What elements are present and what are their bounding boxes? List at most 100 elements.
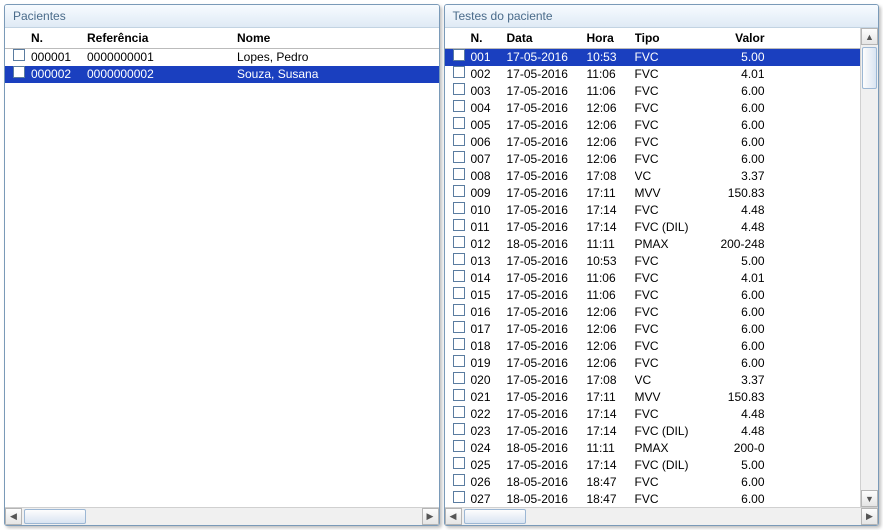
test-row[interactable]: 01617-05-201612:06FVC6.00 [445, 304, 861, 321]
patients-header-nome[interactable]: Nome [237, 31, 433, 45]
row-checkbox[interactable] [13, 66, 25, 78]
patient-row[interactable]: 0000020000000002Souza, Susana [5, 66, 439, 83]
test-valor: 3.37 [705, 372, 769, 389]
test-row[interactable]: 02718-05-201618:47FVC6.00 [445, 491, 861, 507]
patients-header-ref[interactable]: Referência [87, 31, 237, 45]
tests-hscroll-track[interactable] [462, 508, 862, 525]
test-row[interactable]: 02017-05-201617:08VC3.37 [445, 372, 861, 389]
row-checkbox[interactable] [453, 389, 465, 401]
row-checkbox[interactable] [453, 491, 465, 503]
test-data: 17-05-2016 [507, 321, 587, 338]
test-hora: 17:08 [587, 168, 635, 185]
test-row[interactable]: 01317-05-201610:53FVC5.00 [445, 253, 861, 270]
test-row[interactable]: 00317-05-201611:06FVC6.00 [445, 83, 861, 100]
test-row[interactable]: 01017-05-201617:14FVC4.48 [445, 202, 861, 219]
test-row[interactable]: 00917-05-201617:11MVV150.83 [445, 185, 861, 202]
test-row[interactable]: 00117-05-201610:53FVC5.00 [445, 49, 861, 66]
scroll-up-icon[interactable]: ▲ [861, 28, 878, 45]
row-checkbox[interactable] [453, 117, 465, 129]
test-row[interactable]: 02618-05-201618:47FVC6.00 [445, 474, 861, 491]
tests-vscroll-track[interactable] [861, 45, 878, 490]
test-valor: 3.37 [705, 168, 769, 185]
row-checkbox[interactable] [453, 202, 465, 214]
row-checkbox[interactable] [453, 440, 465, 452]
test-row[interactable]: 01817-05-201612:06FVC6.00 [445, 338, 861, 355]
row-checkbox[interactable] [453, 134, 465, 146]
row-checkbox[interactable] [453, 406, 465, 418]
test-tipo: FVC [635, 355, 705, 372]
row-checkbox[interactable] [453, 270, 465, 282]
row-checkbox[interactable] [453, 338, 465, 350]
scroll-down-icon[interactable]: ▼ [861, 490, 878, 507]
tests-hscroll-thumb[interactable] [464, 509, 526, 524]
row-checkbox[interactable] [453, 66, 465, 78]
row-checkbox[interactable] [453, 49, 465, 61]
row-checkbox[interactable] [453, 83, 465, 95]
patients-header-n[interactable]: N. [31, 31, 87, 45]
patients-hscrollbar[interactable]: ◀ ▶ [5, 507, 439, 525]
scroll-left-icon[interactable]: ◀ [445, 508, 462, 525]
patients-hscroll-thumb[interactable] [24, 509, 86, 524]
scroll-left-icon[interactable]: ◀ [5, 508, 22, 525]
tests-header-tipo[interactable]: Tipo [635, 31, 705, 45]
test-data: 17-05-2016 [507, 151, 587, 168]
test-row[interactable]: 01117-05-201617:14FVC (DIL)4.48 [445, 219, 861, 236]
test-n: 013 [471, 253, 507, 270]
row-checkbox[interactable] [453, 457, 465, 469]
tests-hscrollbar[interactable]: ◀ ▶ [445, 507, 879, 525]
test-row[interactable]: 01517-05-201611:06FVC6.00 [445, 287, 861, 304]
test-row[interactable]: 02317-05-201617:14FVC (DIL)4.48 [445, 423, 861, 440]
test-hora: 12:06 [587, 134, 635, 151]
row-checkbox[interactable] [453, 304, 465, 316]
row-checkbox[interactable] [453, 372, 465, 384]
tests-vscroll-thumb[interactable] [862, 47, 877, 89]
tests-header-valor[interactable]: Valor [705, 31, 769, 45]
patient-n: 000001 [31, 49, 87, 66]
row-checkbox[interactable] [453, 236, 465, 248]
scroll-right-icon[interactable]: ▶ [422, 508, 439, 525]
test-row[interactable]: 00817-05-201617:08VC3.37 [445, 168, 861, 185]
test-hora: 17:14 [587, 219, 635, 236]
row-checkbox[interactable] [453, 423, 465, 435]
test-data: 17-05-2016 [507, 406, 587, 423]
test-row[interactable]: 00517-05-201612:06FVC6.00 [445, 117, 861, 134]
test-tipo: FVC [635, 253, 705, 270]
row-checkbox[interactable] [453, 355, 465, 367]
row-checkbox[interactable] [453, 151, 465, 163]
test-row[interactable]: 02517-05-201617:14FVC (DIL)5.00 [445, 457, 861, 474]
row-checkbox[interactable] [453, 100, 465, 112]
test-row[interactable]: 01917-05-201612:06FVC6.00 [445, 355, 861, 372]
test-hora: 12:06 [587, 338, 635, 355]
row-checkbox[interactable] [453, 168, 465, 180]
test-row[interactable]: 02117-05-201617:11MVV150.83 [445, 389, 861, 406]
test-row[interactable]: 01417-05-201611:06FVC4.01 [445, 270, 861, 287]
tests-header-hora[interactable]: Hora [587, 31, 635, 45]
row-checkbox[interactable] [453, 321, 465, 333]
test-hora: 17:14 [587, 202, 635, 219]
patient-row[interactable]: 0000010000000001Lopes, Pedro [5, 49, 439, 66]
tests-header-n[interactable]: N. [471, 31, 507, 45]
row-checkbox[interactable] [453, 253, 465, 265]
test-row[interactable]: 00617-05-201612:06FVC6.00 [445, 134, 861, 151]
test-row[interactable]: 02418-05-201611:11PMAX200-0 [445, 440, 861, 457]
test-row[interactable]: 00217-05-201611:06FVC4.01 [445, 66, 861, 83]
test-row[interactable]: 01218-05-201611:11PMAX200-248 [445, 236, 861, 253]
tests-header-data[interactable]: Data [507, 31, 587, 45]
test-n: 023 [471, 423, 507, 440]
row-checkbox[interactable] [453, 219, 465, 231]
test-valor: 200-0 [705, 440, 769, 457]
row-checkbox[interactable] [13, 49, 25, 61]
test-row[interactable]: 00717-05-201612:06FVC6.00 [445, 151, 861, 168]
test-row[interactable]: 02217-05-201617:14FVC4.48 [445, 406, 861, 423]
tests-vscrollbar[interactable]: ▲ ▼ [860, 28, 878, 507]
row-checkbox[interactable] [453, 185, 465, 197]
test-row[interactable]: 01717-05-201612:06FVC6.00 [445, 321, 861, 338]
test-tipo: FVC [635, 304, 705, 321]
test-valor: 4.48 [705, 219, 769, 236]
test-row[interactable]: 00417-05-201612:06FVC6.00 [445, 100, 861, 117]
row-checkbox[interactable] [453, 474, 465, 486]
test-tipo: FVC [635, 321, 705, 338]
row-checkbox[interactable] [453, 287, 465, 299]
scroll-right-icon[interactable]: ▶ [861, 508, 878, 525]
patients-hscroll-track[interactable] [22, 508, 422, 525]
